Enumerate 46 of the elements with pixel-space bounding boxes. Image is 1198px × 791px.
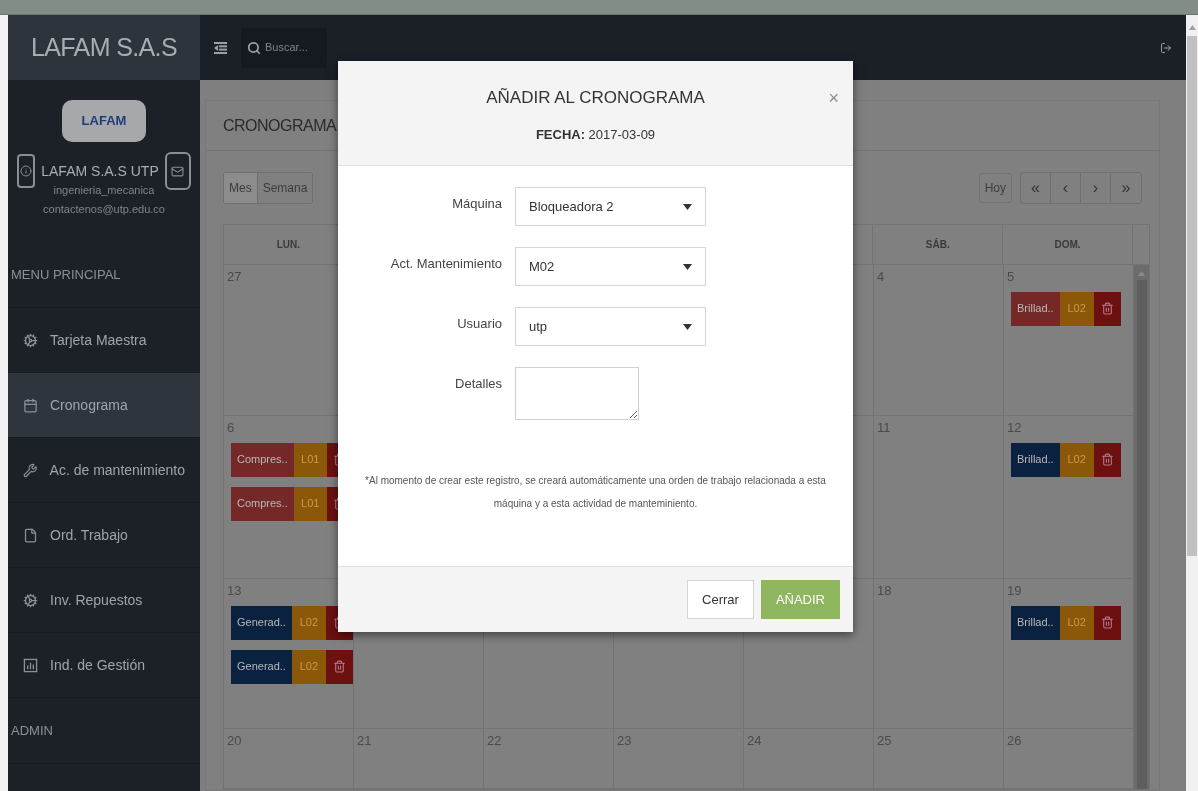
view-tab[interactable]: Mes: [224, 173, 258, 203]
event-label: Brillad..: [1011, 291, 1060, 326]
event-label: Compres..: [231, 486, 294, 521]
event-code: L02: [291, 605, 326, 640]
event-label: Compres..: [231, 442, 294, 477]
field-label: Máquina: [451, 195, 502, 213]
field-label: Detalles: [454, 375, 502, 393]
profile-email: contactenos@utp.edu.co: [43, 201, 165, 217]
search-input[interactable]: Buscar...: [265, 39, 317, 56]
select-field[interactable]: Bloqueadora 2: [515, 187, 706, 226]
profile-role: ingenieria_mecanica: [53, 183, 155, 198]
close-dialog-button[interactable]: Cerrar: [687, 580, 754, 619]
event-code: L02: [1059, 605, 1094, 640]
event-label: Generad..: [231, 649, 292, 684]
field-label: Act. Mantenimiento: [389, 255, 502, 273]
calendar-event[interactable]: Generad.. L02: [231, 649, 353, 684]
weekday-header: SÁB.: [925, 237, 950, 252]
select-field[interactable]: utp: [515, 307, 706, 346]
page-title: CRONOGRAMA: [223, 115, 337, 136]
nav-button[interactable]: »: [1111, 173, 1141, 203]
logo: LAFAM: [62, 100, 146, 142]
event-code: L02: [1059, 291, 1094, 326]
calendar-event[interactable]: Brillad.. L02: [1011, 442, 1133, 477]
weekday-header: DOM.: [1054, 238, 1081, 252]
event-label: Generad..: [231, 605, 292, 640]
weekday-header: LUN.: [276, 238, 301, 252]
field-label: Usuario: [456, 315, 502, 333]
brand-title: LAFAM S.A.S: [31, 31, 177, 63]
profile-name: LAFAM S.A.S UTP: [41, 161, 159, 181]
event-code: L01: [293, 486, 327, 521]
section-title: ADMIN: [11, 721, 53, 740]
event-label: Brillad..: [1011, 605, 1060, 640]
event-code: L02: [291, 649, 326, 684]
section-title: MENU PRINCIPAL: [11, 265, 121, 284]
search-field[interactable]: Buscar...: [241, 27, 327, 68]
event-code: L01: [293, 442, 327, 477]
calendar-event[interactable]: Brillad.. L02: [1011, 605, 1133, 640]
calendar-event[interactable]: Brillad.. L02: [1011, 291, 1133, 326]
calendar-event[interactable]: Generad.. L02: [231, 605, 353, 640]
menu-item[interactable]: Cronograma: [8, 373, 200, 438]
modal-title: AÑADIR AL CRONOGRAMA: [486, 87, 705, 109]
event-label: Brillad..: [1011, 442, 1060, 477]
select-field[interactable]: M02: [515, 247, 706, 286]
event-code: L02: [1059, 442, 1094, 477]
note-text: *Al momento de crear este registro, se creará automáticamente una orden de trabajo relacionada a esta máquina y a esta actividad de manteminiento.: [364, 474, 827, 511]
modal-date: FECHA: 2017-03-09: [535, 125, 656, 144]
